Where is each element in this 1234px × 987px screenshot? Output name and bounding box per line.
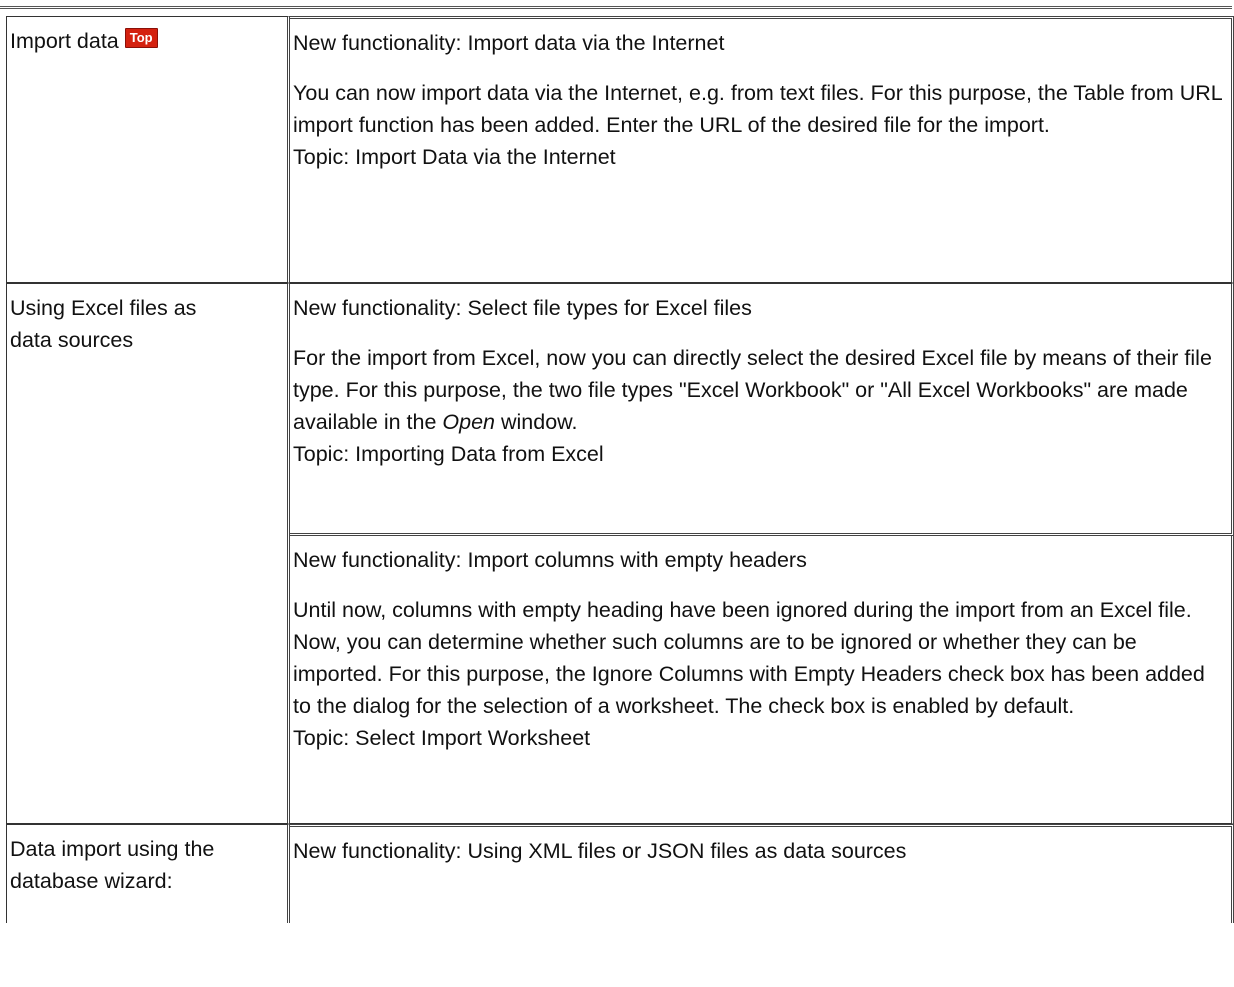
feature-cell: New functionality: Select file types for…	[290, 283, 1234, 536]
feature-heading: New functionality: Import columns with e…	[293, 548, 807, 572]
topic-link[interactable]: Topic: Importing Data from Excel	[293, 438, 1225, 470]
topic-area-cell: Data import using the database wizard:	[6, 824, 290, 923]
feature-cell: New functionality: Import columns with e…	[290, 536, 1234, 824]
feature-heading: New functionality: Import data via the I…	[293, 31, 725, 55]
feature-heading: New functionality: Using XML files or JS…	[293, 839, 907, 863]
table-row: Import data Top New functionality: Import…	[6, 16, 1234, 283]
topic-link[interactable]: Topic: Select Import Worksheet	[293, 722, 1225, 754]
table-row: Data import using the database wizard: N…	[6, 824, 1234, 923]
feature-heading: New functionality: Select file types for…	[293, 296, 752, 320]
topic-area-label-line2: database wizard:	[10, 869, 173, 893]
feature-cell: New functionality: Import data via the I…	[290, 16, 1234, 283]
topic-area-cell: Using Excel files as data sources	[6, 283, 290, 824]
whats-new-table: Import data Top New functionality: Import…	[6, 16, 1234, 923]
feature-description: Until now, columns with empty heading ha…	[293, 598, 1205, 718]
topic-link[interactable]: Topic: Import Data via the Internet	[293, 141, 1225, 173]
topic-area-label: Import data	[10, 29, 119, 53]
topic-area-cell: Import data Top	[6, 16, 290, 283]
topic-area-label-line1: Using Excel files as	[10, 296, 197, 320]
topic-area-label-line1: Data import using the	[10, 837, 215, 861]
open-window-emphasis: Open	[442, 410, 496, 434]
table-row: Using Excel files as data sources New fu…	[6, 283, 1234, 824]
feature-cell: New functionality: Using XML files or JS…	[290, 824, 1234, 923]
top-link-icon[interactable]: Top	[124, 28, 158, 48]
feature-description: You can now import data via the Internet…	[293, 81, 1222, 137]
topic-area-label-line2: data sources	[10, 328, 134, 352]
table-top-border	[0, 6, 1232, 9]
feature-description: For the import from Excel, now you can d…	[293, 346, 1212, 434]
